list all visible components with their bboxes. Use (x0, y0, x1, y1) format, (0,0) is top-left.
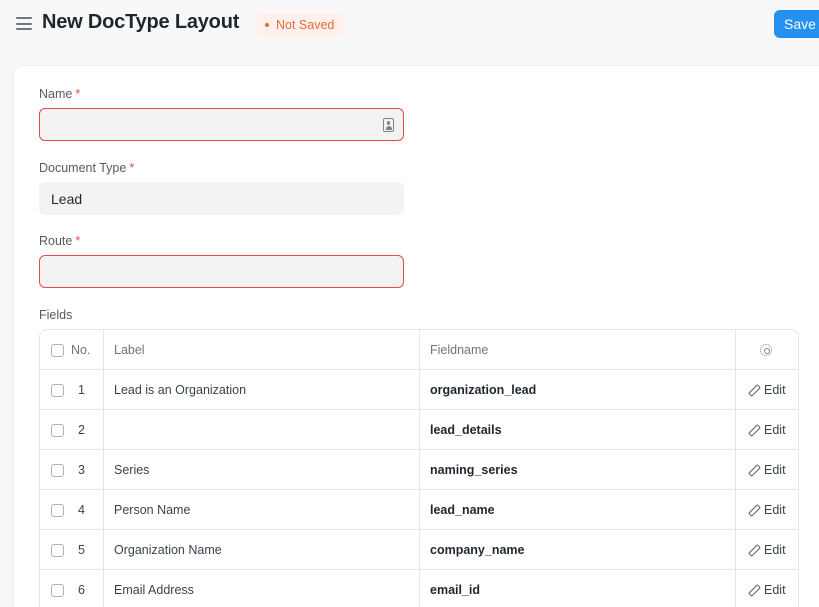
edit-button[interactable]: Edit (748, 543, 786, 557)
document-type-field[interactable]: Lead (39, 182, 404, 215)
table-header-row: No. Label Fieldname (40, 330, 798, 370)
column-settings[interactable] (760, 330, 780, 370)
row-no-cell: 3 (51, 450, 103, 490)
status-badge-label: Not Saved (276, 18, 335, 32)
pencil-icon (748, 545, 758, 555)
fields-section-label: Fields (39, 308, 73, 322)
column-header-label: Label (114, 343, 145, 357)
row-no-cell: 2 (51, 410, 103, 450)
row-fieldname[interactable]: lead_name (430, 490, 730, 530)
row-number: 6 (78, 583, 85, 597)
name-field[interactable] (39, 108, 404, 141)
edit-label: Edit (764, 503, 786, 517)
pencil-icon (748, 385, 758, 395)
document-type-label: Document Type * (39, 161, 134, 175)
pencil-icon (748, 505, 758, 515)
contact-card-icon[interactable] (383, 118, 394, 132)
gear-icon[interactable] (760, 344, 772, 356)
row-fieldname[interactable]: organization_lead (430, 370, 730, 410)
row-checkbox[interactable] (51, 423, 64, 437)
row-number: 1 (78, 383, 85, 397)
column-header-no: No. (71, 343, 91, 357)
row-checkbox[interactable] (51, 503, 64, 517)
row-checkbox[interactable] (51, 463, 64, 477)
page-header: New DocType Layout Not Saved Save (0, 0, 819, 50)
edit-label: Edit (764, 583, 786, 597)
row-number: 5 (78, 543, 85, 557)
row-fieldname[interactable]: lead_details (430, 410, 730, 450)
table-row[interactable]: 5 Organization Name company_name Edit (40, 530, 798, 570)
edit-button[interactable]: Edit (748, 583, 786, 597)
select-all-checkbox[interactable] (51, 343, 64, 357)
row-edit-cell[interactable]: Edit (748, 490, 798, 530)
row-edit-cell[interactable]: Edit (748, 570, 798, 607)
status-badge: Not Saved (256, 13, 345, 37)
column-header-fieldname: Fieldname (430, 343, 489, 357)
table-row[interactable]: 6 Email Address email_id Edit (40, 570, 798, 607)
document-type-field-value: Lead (51, 190, 83, 207)
table-row[interactable]: 4 Person Name lead_name Edit (40, 490, 798, 530)
route-field[interactable] (39, 255, 404, 288)
pencil-icon (748, 585, 758, 595)
row-label[interactable]: Person Name (114, 490, 414, 530)
fields-table: No. Label Fieldname 1 Lead is an Organiza… (39, 329, 799, 607)
pencil-icon (748, 425, 758, 435)
row-fieldname[interactable]: company_name (430, 530, 730, 570)
edit-button[interactable]: Edit (748, 383, 786, 397)
row-label[interactable]: Email Address (114, 570, 414, 607)
edit-button[interactable]: Edit (748, 463, 786, 477)
row-label[interactable]: Lead is an Organization (114, 370, 414, 410)
page-title: New DocType Layout (42, 11, 240, 33)
row-no-cell: 5 (51, 530, 103, 570)
row-no-cell: 1 (51, 370, 103, 410)
row-checkbox[interactable] (51, 543, 64, 557)
row-label[interactable]: Series (114, 450, 414, 490)
document-type-required-mark: * (129, 161, 135, 175)
row-number: 2 (78, 423, 85, 437)
row-edit-cell[interactable]: Edit (748, 370, 798, 410)
row-edit-cell[interactable]: Edit (748, 410, 798, 450)
edit-label: Edit (764, 423, 786, 437)
row-edit-cell[interactable]: Edit (748, 530, 798, 570)
row-checkbox[interactable] (51, 383, 64, 397)
document-type-label-text: Document Type (39, 161, 127, 175)
pencil-icon (748, 465, 758, 475)
status-dot-icon (265, 23, 269, 27)
row-number: 3 (78, 463, 85, 477)
hamburger-icon[interactable] (16, 17, 32, 30)
table-row[interactable]: 3 Series naming_series Edit (40, 450, 798, 490)
edit-label: Edit (764, 463, 786, 477)
row-label[interactable]: Organization Name (114, 530, 414, 570)
name-label-text: Name (39, 87, 73, 101)
row-edit-cell[interactable]: Edit (748, 450, 798, 490)
row-checkbox[interactable] (51, 583, 64, 597)
route-required-mark: * (75, 234, 81, 248)
route-label: Route * (39, 234, 80, 248)
row-fieldname[interactable]: naming_series (430, 450, 730, 490)
row-no-cell: 6 (51, 570, 103, 607)
name-required-mark: * (75, 87, 81, 101)
save-button[interactable]: Save (774, 10, 819, 38)
name-label: Name * (39, 87, 80, 101)
row-fieldname[interactable]: email_id (430, 570, 730, 607)
table-row[interactable]: 1 Lead is an Organization organization_lea… (40, 370, 798, 410)
header-no-cell: No. (51, 330, 103, 370)
table-row[interactable]: 2 lead_details Edit (40, 410, 798, 450)
edit-label: Edit (764, 543, 786, 557)
route-label-text: Route (39, 234, 73, 248)
edit-button[interactable]: Edit (748, 423, 786, 437)
edit-label: Edit (764, 383, 786, 397)
edit-button[interactable]: Edit (748, 503, 786, 517)
row-no-cell: 4 (51, 490, 103, 530)
row-number: 4 (78, 503, 85, 517)
row-label[interactable] (114, 410, 414, 450)
